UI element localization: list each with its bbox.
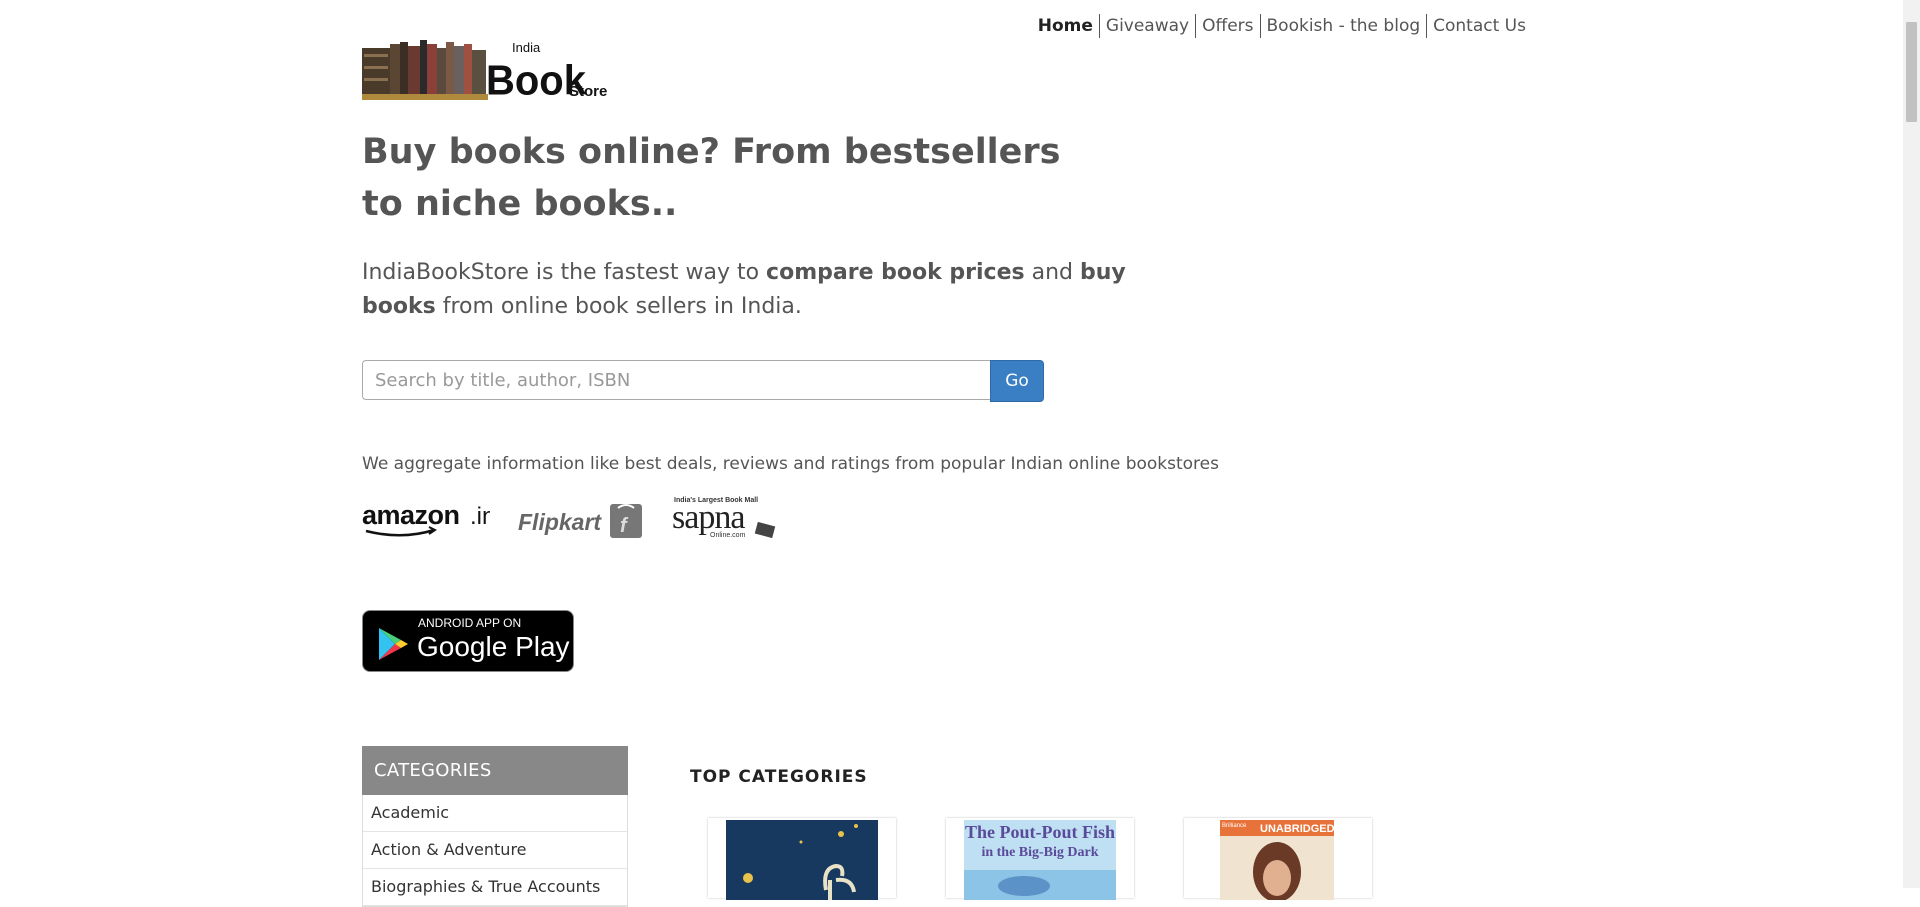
google-play-icon bbox=[379, 628, 408, 660]
logo-text-india: India bbox=[512, 40, 541, 55]
category-item-action-adventure[interactable]: Action & Adventure bbox=[363, 832, 627, 869]
amazon-smile-icon bbox=[365, 528, 435, 537]
categories-panel: CATEGORIES Academic Action & Adventure B… bbox=[362, 746, 628, 907]
page-container: Home Giveaway Offers Bookish - the blog … bbox=[362, 0, 1532, 907]
search-input[interactable] bbox=[362, 360, 990, 400]
book-cover-subtitle: in the Big-Big Dark bbox=[981, 845, 1098, 860]
book-cover-brand: Brilliance bbox=[1222, 823, 1247, 829]
book-cover-image bbox=[726, 820, 878, 900]
nav-home-link[interactable]: Home bbox=[1032, 14, 1099, 38]
book-card[interactable] bbox=[708, 818, 896, 900]
nav-giveaway-link[interactable]: Giveaway bbox=[1098, 14, 1195, 38]
book-card[interactable]: Brilliance UNABRIDGED bbox=[1184, 818, 1372, 900]
intro-text-part: and bbox=[1024, 260, 1081, 285]
search-form: Go bbox=[362, 360, 1044, 402]
intro-text: IndiaBookStore is the fastest way to com… bbox=[362, 256, 1152, 324]
amazon-logo-text: amazon bbox=[362, 502, 460, 530]
book-cover-art bbox=[743, 824, 858, 900]
book-cover-art: Brilliance UNABRIDGED bbox=[1220, 820, 1334, 900]
google-play-small-text: ANDROID APP ON bbox=[418, 616, 522, 630]
nav-contact-link[interactable]: Contact Us bbox=[1426, 14, 1532, 38]
search-go-button[interactable]: Go bbox=[990, 360, 1044, 402]
book-cover-title: The Pout-Pout Fish bbox=[965, 822, 1115, 842]
sapna-logo-suffix: Online.com bbox=[710, 532, 746, 539]
sapna-logo-text: sapna bbox=[672, 499, 745, 536]
book-card[interactable]: The Pout-Pout Fish in the Big-Big Dark bbox=[946, 818, 1134, 900]
nav-blog-link[interactable]: Bookish - the blog bbox=[1259, 14, 1427, 38]
logo-text-store: Store bbox=[569, 83, 607, 100]
book-cover-banner: UNABRIDGED bbox=[1260, 823, 1334, 835]
aggregate-note: We aggregate information like best deals… bbox=[362, 454, 1219, 474]
page-scrollbar[interactable] bbox=[1903, 0, 1920, 888]
page-headline: Buy books online? From bestsellers to ni… bbox=[362, 132, 1061, 224]
sapna-logo: India's Largest Book Mall sapna Online.c… bbox=[672, 497, 776, 539]
category-item-academic[interactable]: Academic bbox=[363, 795, 627, 832]
site-logo[interactable]: India Book Store bbox=[362, 38, 612, 104]
top-nav: Home Giveaway Offers Bookish - the blog … bbox=[1032, 14, 1532, 38]
nav-offers-link[interactable]: Offers bbox=[1195, 14, 1259, 38]
top-categories-heading: TOP CATEGORIES bbox=[690, 767, 868, 787]
book-cover-image: The Pout-Pout Fish in the Big-Big Dark bbox=[964, 820, 1116, 900]
seller-logos: amazon .in Flipkart f India's Largest Bo… bbox=[362, 490, 776, 540]
intro-bold-compare: compare book prices bbox=[766, 260, 1025, 285]
categories-heading: CATEGORIES bbox=[362, 746, 628, 795]
google-play-badge[interactable]: ANDROID APP ON Google Play bbox=[362, 610, 574, 672]
categories-list: Academic Action & Adventure Biographies … bbox=[362, 795, 628, 907]
amazon-logo-suffix: .in bbox=[470, 503, 490, 530]
intro-text-part: from online book sellers in India. bbox=[435, 294, 802, 319]
flipkart-logo-text: Flipkart bbox=[518, 509, 602, 535]
google-play-big-text: Google Play bbox=[417, 631, 570, 662]
intro-text-part: IndiaBookStore is the fastest way to bbox=[362, 260, 767, 285]
bookshelf-logo-icon: India Book Store bbox=[362, 40, 607, 104]
scrollbar-thumb[interactable] bbox=[1906, 22, 1917, 122]
amazon-logo: amazon .in bbox=[362, 502, 490, 537]
book-cover-art: The Pout-Pout Fish in the Big-Big Dark bbox=[964, 820, 1116, 896]
sapna-laptop-icon bbox=[754, 521, 776, 539]
flipkart-logo: Flipkart f bbox=[518, 504, 642, 538]
book-cover-image: Brilliance UNABRIDGED bbox=[1220, 820, 1334, 900]
